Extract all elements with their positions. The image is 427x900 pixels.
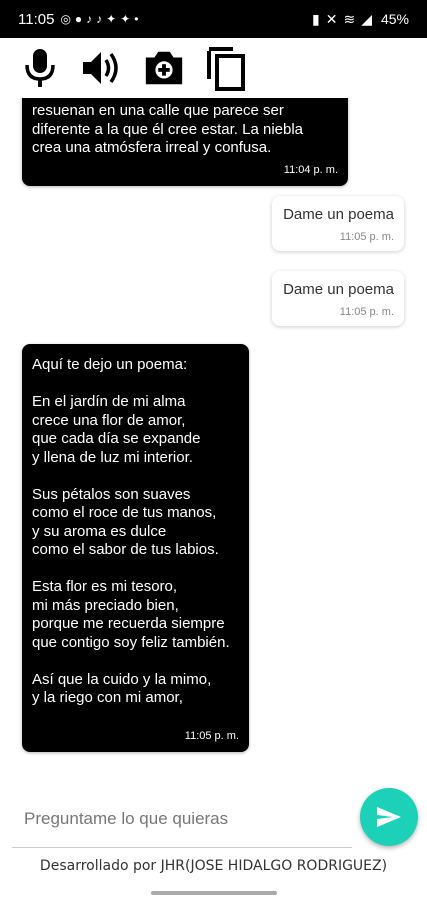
camera-icon[interactable] (142, 43, 186, 93)
status-bar: 11:05 ◎ ● ♪ ♪ ✦ ✦ • ▮ ✕ ≋ ◢ 45% (0, 0, 427, 38)
user-message: Dame un poema 11:05 p. m. (272, 271, 404, 326)
system-icons: ▮ ✕ ≋ ◢ 45% (312, 11, 409, 28)
chat-area[interactable]: resuenan en una calle que parece ser dif… (0, 98, 427, 758)
battery-level: 45% (380, 11, 409, 27)
message-input-container (12, 790, 352, 848)
message-text: Dame un poema (283, 206, 394, 223)
notification-icons: ◎ ● ♪ ♪ ✦ ✦ • (60, 12, 138, 26)
message-time: 11:05 p. m. (339, 231, 394, 243)
bot-message: resuenan en una calle que parece ser dif… (22, 98, 348, 186)
twitter-icon: ✦ (106, 12, 117, 26)
signal-icon: ◢ (361, 10, 372, 27)
microphone-icon[interactable] (18, 43, 62, 93)
message-time: 11:05 p. m. (339, 306, 394, 318)
mute-icon: ✕ (325, 10, 338, 27)
tiktok-icon: ♪ (96, 12, 103, 26)
whatsapp-icon: ◎ (60, 12, 71, 26)
wifi-icon: ≋ (343, 10, 356, 27)
dot-icon: • (134, 12, 139, 26)
message-text: resuenan en una calle que parece ser dif… (32, 102, 304, 156)
message-text: Dame un poema (283, 281, 394, 298)
tiktok-icon: ♪ (86, 12, 93, 26)
bot-message: Aquí te dejo un poema: En el jardín de m… (22, 344, 249, 752)
status-time: 11:05 (18, 10, 55, 28)
facebook-icon: ● (74, 12, 83, 26)
send-button[interactable] (360, 788, 418, 846)
copy-icon[interactable] (204, 43, 248, 93)
developer-credit: Desarrollado por JHR(JOSE HIDALGO RODRIG… (39, 858, 388, 874)
message-text: Aquí te dejo un poema: En el jardín de m… (32, 356, 230, 706)
battery-saver-icon: ▮ (312, 10, 320, 27)
message-time: 11:04 p. m. (283, 163, 338, 176)
message-time: 11:05 p. m. (184, 729, 239, 742)
twitter-icon: ✦ (120, 12, 131, 26)
user-message: Dame un poema 11:05 p. m. (272, 196, 404, 251)
speaker-icon[interactable] (80, 43, 124, 93)
send-icon (377, 807, 401, 827)
home-indicator[interactable] (151, 891, 277, 895)
toolbar (0, 38, 427, 98)
message-input[interactable] (12, 790, 352, 847)
